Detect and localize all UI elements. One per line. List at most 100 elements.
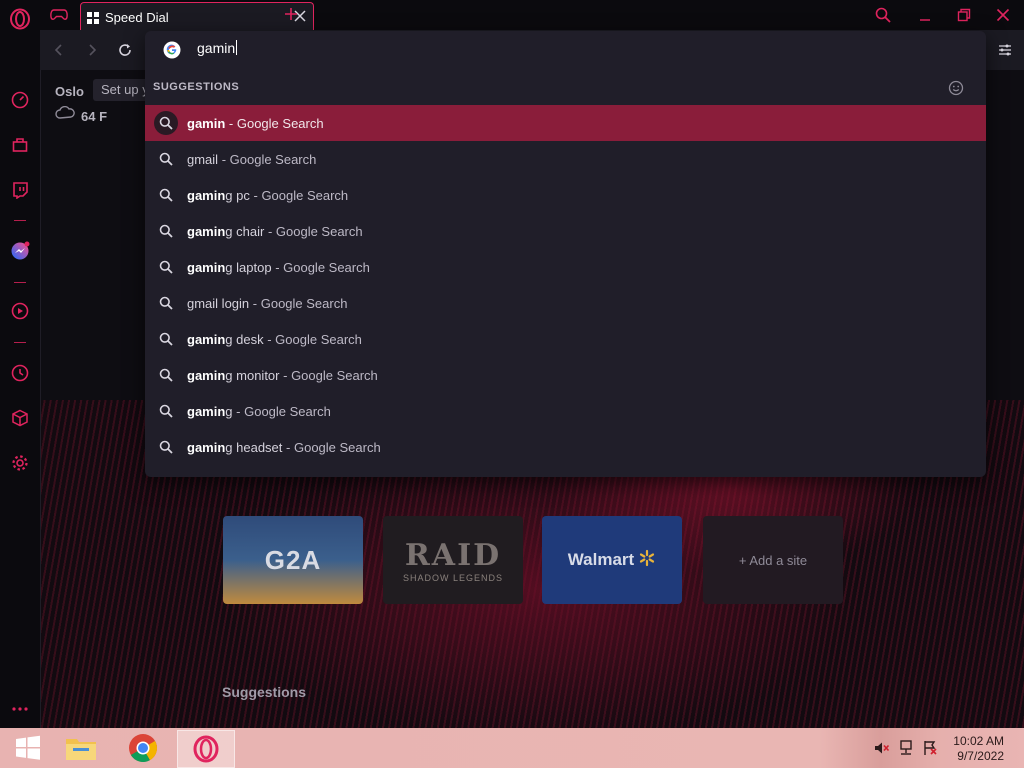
suggestion-row[interactable]: gaming laptop - Google Search	[145, 249, 986, 285]
suggestion-source: - Google Search	[221, 152, 317, 167]
weather-temperature: 64 F	[81, 109, 108, 124]
suggestion-source: - Google Search	[236, 404, 331, 419]
suggestion-text: gaming chair - Google Search	[187, 224, 363, 239]
volume-muted-icon[interactable]	[874, 741, 890, 760]
suggestion-match: gamin	[187, 440, 226, 455]
walmart-spark-icon	[638, 549, 656, 572]
suggestion-match: gamin	[187, 404, 226, 419]
restore-icon[interactable]	[953, 4, 975, 26]
walmart-logo: Walmart	[567, 550, 635, 569]
suggestion-source: - Google Search	[228, 116, 324, 131]
suggestion-completion: g laptop	[225, 260, 272, 275]
suggestion-match: gamin	[187, 224, 226, 239]
sidebar-separator	[14, 342, 26, 343]
suggestion-source: - Google Search	[252, 296, 348, 311]
easy-setup-icon[interactable]	[995, 40, 1015, 60]
suggestion-match: gamin	[187, 116, 226, 131]
back-icon[interactable]	[49, 40, 69, 60]
clock[interactable]: 10:02 AM 9/7/2022	[953, 734, 1004, 764]
suggestion-source: - Google Search	[275, 260, 370, 275]
search-icon	[157, 294, 175, 312]
smiley-icon[interactable]	[948, 80, 964, 101]
search-icon	[157, 330, 175, 348]
clock-date: 9/7/2022	[957, 749, 1004, 763]
sidebar-separator	[14, 282, 26, 283]
suggestion-text: gaming pc - Google Search	[187, 188, 348, 203]
speed-dial-raid[interactable]: RAID SHADOW LEGENDS	[383, 516, 523, 604]
suggestion-source: - Google Search	[286, 440, 381, 455]
notification-flag-icon[interactable]	[922, 740, 938, 761]
search-icon	[154, 111, 178, 135]
suggestion-source: - Google Search	[283, 368, 378, 383]
add-a-site-button[interactable]: + Add a site	[703, 516, 843, 604]
search-icon	[157, 402, 175, 420]
suggestions-heading: Suggestions	[222, 684, 307, 700]
gx-corner-icon[interactable]	[9, 134, 31, 156]
windows-taskbar: 10:02 AM 9/7/2022	[0, 728, 1024, 768]
search-icon	[157, 438, 175, 456]
suggestion-row[interactable]: gaming monitor - Google Search	[145, 357, 986, 393]
suggestion-source: - Google Search	[267, 332, 362, 347]
opera-gx-taskbar-icon[interactable]	[177, 730, 235, 768]
suggestion-text: gamin - Google Search	[187, 116, 324, 131]
speed-dial-walmart[interactable]: Walmart	[542, 516, 682, 604]
history-clock-icon[interactable]	[9, 362, 31, 384]
sidebar	[0, 0, 41, 728]
address-input[interactable]: gamin	[197, 40, 237, 56]
suggestion-row[interactable]: gaming headset - Google Search	[145, 429, 986, 465]
suggestion-row[interactable]: gaming desk - Google Search	[145, 321, 986, 357]
gaming-controller-icon[interactable]	[40, 0, 78, 30]
suggestion-text: gaming - Google Search	[187, 404, 331, 419]
suggestion-source: - Google Search	[253, 188, 349, 203]
player-icon[interactable]	[9, 300, 31, 322]
search-icon	[157, 186, 175, 204]
extensions-cube-icon[interactable]	[9, 407, 31, 429]
suggestion-completion: g desk	[225, 332, 264, 347]
suggestion-text: gaming laptop - Google Search	[187, 260, 370, 275]
suggestion-match: gamin	[187, 368, 226, 383]
suggestion-completion: gmail login	[187, 296, 250, 311]
tab-speed-dial[interactable]: Speed Dial	[80, 2, 314, 31]
suggestion-text: gaming headset - Google Search	[187, 440, 381, 455]
more-dots-icon[interactable]	[9, 698, 31, 720]
windows-start-icon[interactable]	[0, 730, 56, 766]
speed-dial-g2a[interactable]: G2A	[223, 516, 363, 604]
search-icon	[157, 150, 175, 168]
search-tabs-icon[interactable]	[872, 4, 894, 26]
suggestion-row[interactable]: gmail login - Google Search	[145, 285, 986, 321]
suggestion-match: gamin	[187, 260, 226, 275]
twitch-icon[interactable]	[9, 179, 31, 201]
close-window-icon[interactable]	[992, 4, 1014, 26]
opera-logo-icon[interactable]	[9, 8, 31, 30]
suggestion-row[interactable]: gamin - Google Search	[145, 105, 986, 141]
search-icon	[157, 258, 175, 276]
weather-city: Oslo	[55, 84, 84, 99]
suggestion-row[interactable]: gmail - Google Search	[145, 141, 986, 177]
suggestion-text: gmail login - Google Search	[187, 296, 347, 311]
forward-icon[interactable]	[82, 40, 102, 60]
sidebar-separator	[14, 220, 26, 221]
omnibox-dropdown: gamin SUGGESTIONS gamin - Google Search g…	[145, 31, 986, 477]
suggestion-row[interactable]: gaming - Google Search	[145, 393, 986, 429]
google-logo-icon	[163, 41, 181, 59]
cloud-icon	[55, 105, 75, 125]
tab-title: Speed Dial	[105, 10, 169, 25]
file-explorer-icon[interactable]	[53, 730, 109, 766]
minimize-icon[interactable]	[914, 4, 936, 26]
chrome-icon[interactable]	[115, 730, 171, 766]
clock-time: 10:02 AM	[953, 734, 1004, 748]
weather-setup-button[interactable]: Set up y	[93, 79, 149, 101]
add-a-site-label: + Add a site	[738, 552, 808, 568]
messenger-icon[interactable]	[9, 240, 31, 262]
reload-icon[interactable]	[115, 40, 135, 60]
network-icon[interactable]	[898, 740, 914, 761]
new-tab-plus-icon[interactable]	[282, 5, 300, 23]
speedometer-icon[interactable]	[9, 89, 31, 111]
suggestion-row[interactable]: gaming pc - Google Search	[145, 177, 986, 213]
suggestion-row[interactable]: gaming chair - Google Search	[145, 213, 986, 249]
settings-gear-icon[interactable]	[9, 452, 31, 474]
suggestion-match: gamin	[187, 188, 226, 203]
suggestion-text: gmail - Google Search	[187, 152, 316, 167]
suggestion-text: gaming monitor - Google Search	[187, 368, 378, 383]
suggestion-completion: g	[225, 404, 233, 419]
